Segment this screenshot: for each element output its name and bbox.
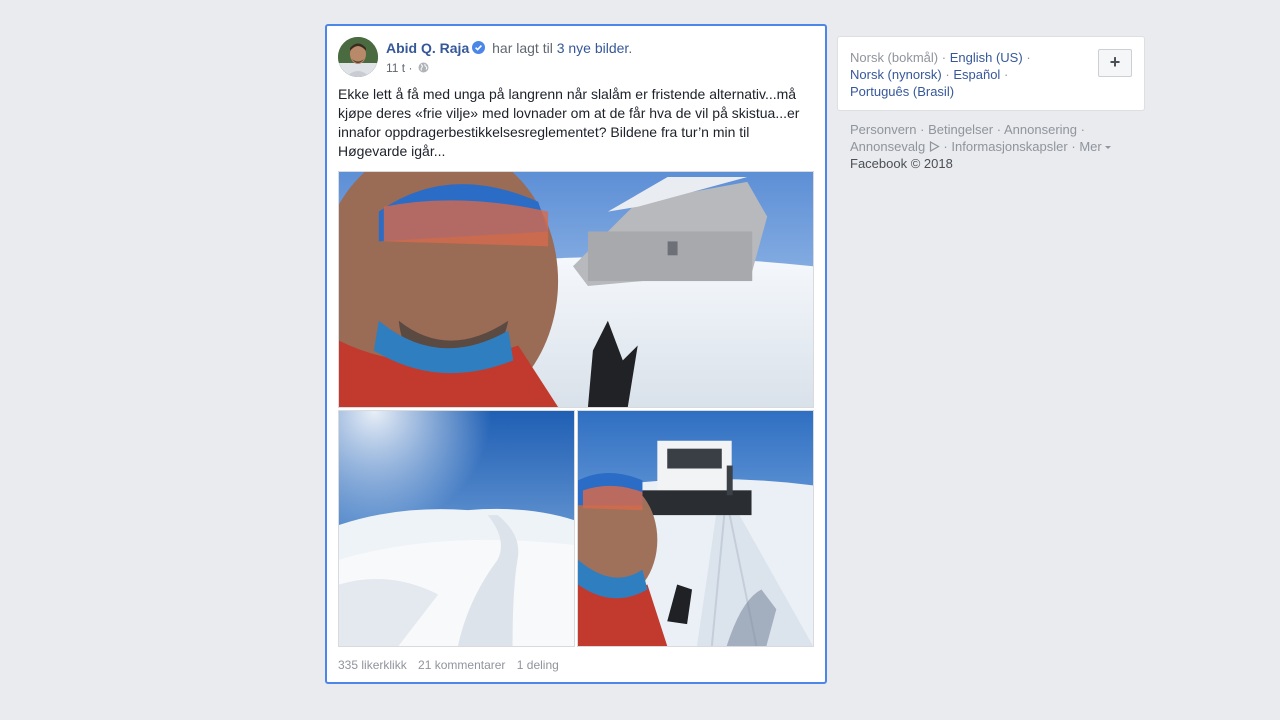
post-header: Abid Q. Raja har lagt til 3 nye bilder. … [338, 37, 814, 79]
meta-separator: · [408, 61, 413, 75]
new-photos-link[interactable]: 3 nye bilder [557, 40, 629, 56]
footer-dot: · [996, 122, 1002, 137]
likes-count[interactable]: 335 likerklikk [338, 658, 407, 672]
post-action-text: har lagt til 3 nye bilder. [492, 40, 632, 56]
photo-selfie-cabin[interactable] [338, 171, 814, 408]
language-portugues-brasil[interactable]: Português (Brasil) [850, 84, 954, 99]
author-avatar[interactable] [338, 37, 378, 77]
add-language-button[interactable]: + [1098, 49, 1132, 77]
footer-link-mer[interactable]: Mer [1079, 139, 1111, 154]
current-language: Norsk (bokmål) [850, 50, 939, 65]
footer-link-annonsevalg[interactable]: Annonsevalg [850, 139, 925, 154]
post-header-line: Abid Q. Raja har lagt til 3 nye bilder. [386, 40, 632, 56]
chevron-down-icon [1104, 146, 1111, 149]
footer-dot: · [943, 139, 948, 154]
language-espanol[interactable]: Español [953, 67, 1000, 82]
shares-count[interactable]: 1 deling [517, 658, 559, 672]
verified-badge-icon [472, 41, 486, 54]
language-dot: · [945, 67, 950, 82]
post-stats: 335 likerklikk 21 kommentarer 1 deling [338, 658, 567, 672]
feed-post: Abid Q. Raja har lagt til 3 nye bilder. … [325, 24, 827, 684]
action-suffix: . [628, 40, 633, 56]
language-norsk-nynorsk[interactable]: Norsk (nynorsk) [850, 67, 942, 82]
language-dot: · [1003, 67, 1009, 82]
language-selector: Norsk (bokmål) · English (US) · Norsk (n… [837, 36, 1145, 111]
language-dot: · [1026, 50, 1031, 65]
language-english-us[interactable]: English (US) [950, 50, 1023, 65]
author-name-link[interactable]: Abid Q. Raja [386, 40, 469, 56]
footer: Personvern · Betingelser · Annonsering ·… [850, 121, 1130, 172]
footer-dot: · [1071, 139, 1076, 154]
post-timestamp[interactable]: 11 t [386, 61, 405, 75]
language-dot: · [941, 50, 947, 65]
globe-icon[interactable] [418, 62, 429, 73]
post-text: Ekke lett å få med unga på langrenn når … [338, 86, 800, 159]
photo-ski-trail[interactable] [338, 410, 575, 647]
footer-link-betingelser[interactable]: Betingelser [928, 122, 993, 137]
comments-count[interactable]: 21 kommentarer [418, 658, 505, 672]
footer-dot: · [920, 122, 925, 137]
copyright: Facebook © 2018 [850, 156, 953, 171]
footer-link-mer-label: Mer [1079, 139, 1102, 154]
footer-link-annonsering[interactable]: Annonsering [1004, 122, 1077, 137]
photo-snowcat[interactable] [577, 410, 814, 647]
language-list: Norsk (bokmål) · English (US) · Norsk (n… [850, 49, 1085, 100]
photo-grid [338, 171, 814, 647]
adchoices-icon [929, 139, 940, 153]
footer-dot: · [1080, 122, 1085, 137]
footer-link-personvern[interactable]: Personvern [850, 122, 916, 137]
footer-link-informasjonskapsler[interactable]: Informasjonskapsler [951, 139, 1067, 154]
action-prefix: har lagt til [492, 40, 553, 56]
post-meta: 11 t · [386, 61, 429, 75]
